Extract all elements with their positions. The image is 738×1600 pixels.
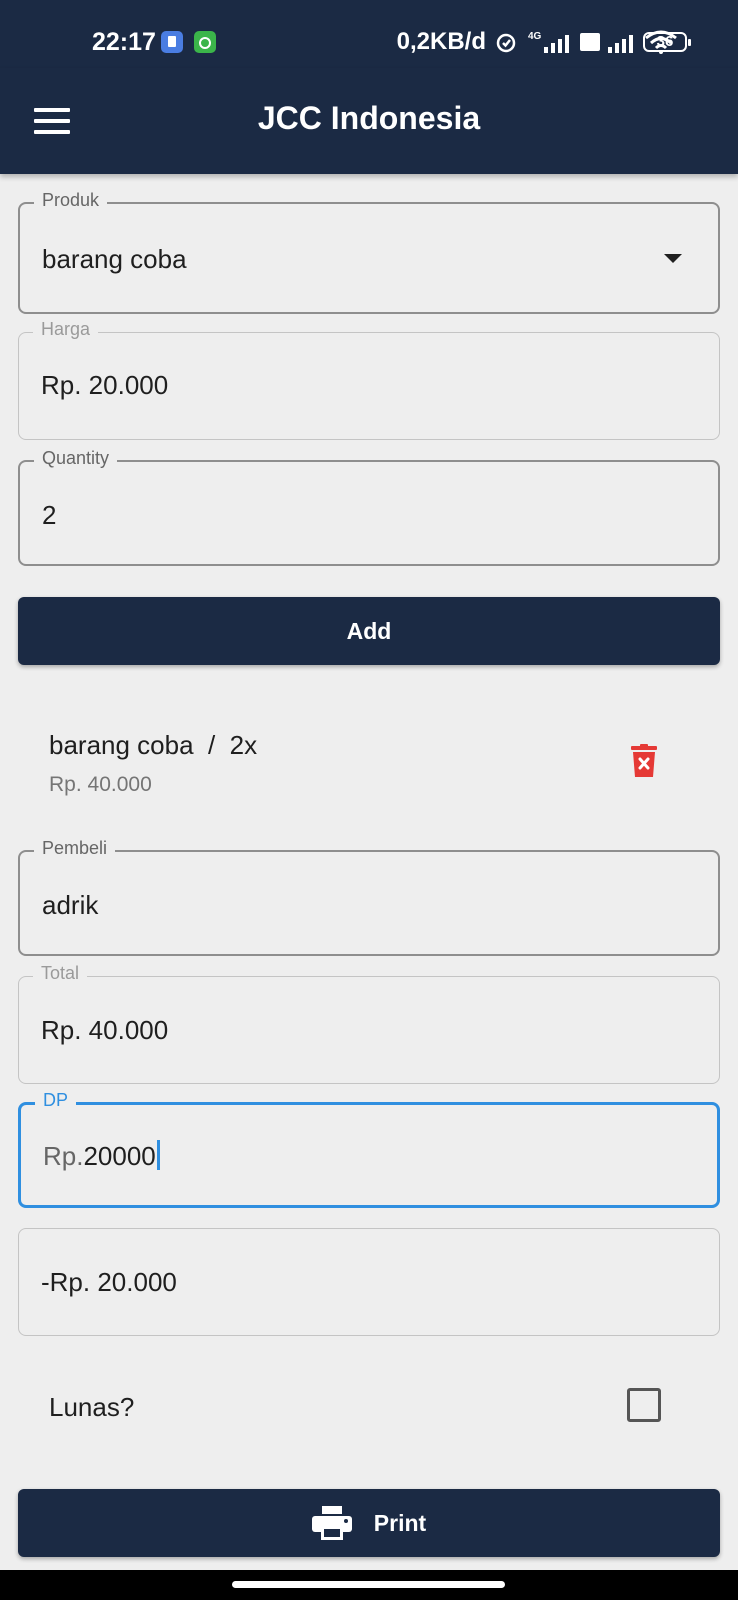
harga-field: Harga Rp. 20.000 xyxy=(18,319,720,440)
print-button-label: Print xyxy=(373,1509,427,1536)
docs-notification-icon xyxy=(161,31,183,53)
app-bar: JCC Indonesia xyxy=(0,68,738,174)
produk-label: Produk xyxy=(34,190,108,211)
total-field: Total Rp. 40.000 xyxy=(18,963,720,1084)
print-button[interactable]: Print xyxy=(18,1489,720,1557)
page-title: JCC Indonesia xyxy=(257,100,481,136)
svg-text:4G: 4G xyxy=(528,31,542,42)
pembeli-field[interactable]: Pembeli adrik xyxy=(18,838,720,956)
status-indicators: 0,2KB/d 4G xyxy=(397,28,678,56)
dp-prefix: Rp. xyxy=(43,1141,84,1171)
harga-value: Rp. 20.000 xyxy=(41,370,169,400)
dp-input-text: 20000 xyxy=(83,1141,156,1171)
quantity-label: Quantity xyxy=(34,448,118,469)
sisa-value: -Rp. 20.000 xyxy=(41,1267,177,1297)
lunas-label: Lunas? xyxy=(49,1392,135,1422)
add-button[interactable]: Add xyxy=(18,597,720,665)
printer-icon xyxy=(311,1506,352,1540)
text-cursor xyxy=(156,1140,160,1170)
quantity-field[interactable]: Quantity 2 xyxy=(18,448,720,566)
alarm-icon xyxy=(496,33,516,53)
total-label: Total xyxy=(33,963,88,984)
home-indicator[interactable] xyxy=(232,1581,505,1588)
sisa-field: -Rp. 20.000 xyxy=(18,1228,720,1336)
total-value: Rp. 40.000 xyxy=(41,1015,169,1045)
dp-field[interactable]: DP Rp.20000 xyxy=(18,1090,720,1208)
harga-label: Harga xyxy=(33,319,99,340)
network-speed: 0,2KB/d xyxy=(396,28,486,55)
produk-value: barang coba xyxy=(42,244,187,274)
signal-4g-icon: 4G xyxy=(528,31,569,53)
volte-signal-icon xyxy=(580,33,633,53)
dp-label: DP xyxy=(35,1090,77,1111)
lunas-checkbox[interactable] xyxy=(627,1388,661,1422)
chevron-down-icon[interactable] xyxy=(664,254,682,263)
cart-item-title: barang coba / 2x xyxy=(49,730,258,760)
pembeli-label: Pembeli xyxy=(34,838,116,859)
status-bar: 22:17 0,2KB/d 4G 36 xyxy=(0,0,738,68)
battery-indicator: 36 xyxy=(643,32,691,52)
trash-icon[interactable] xyxy=(631,744,657,778)
app-notification-icon xyxy=(194,31,216,53)
pembeli-value[interactable]: adrik xyxy=(42,890,98,921)
produk-dropdown[interactable]: Produk barang coba xyxy=(18,190,720,314)
quantity-value[interactable]: 2 xyxy=(42,500,56,531)
cart-item-subtotal: Rp. 40.000 xyxy=(49,773,152,796)
status-time: 22:17 xyxy=(92,28,156,56)
system-nav-bar xyxy=(0,1570,738,1600)
dp-value[interactable]: Rp.20000 xyxy=(43,1140,160,1172)
add-button-label: Add xyxy=(346,617,392,644)
